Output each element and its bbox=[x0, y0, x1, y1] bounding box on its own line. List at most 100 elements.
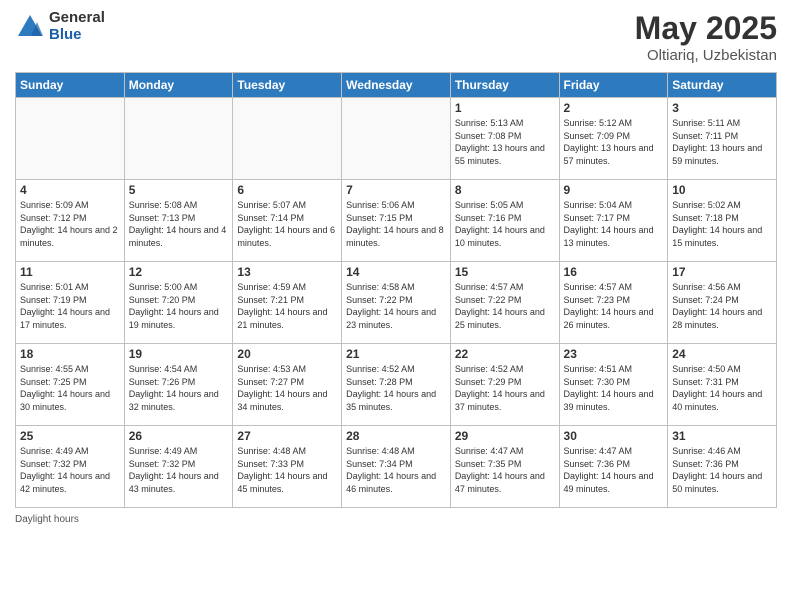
day-info: Sunrise: 5:13 AM Sunset: 7:08 PM Dayligh… bbox=[455, 117, 555, 167]
day-info: Sunrise: 5:09 AM Sunset: 7:12 PM Dayligh… bbox=[20, 199, 120, 249]
calendar-cell: 21Sunrise: 4:52 AM Sunset: 7:28 PM Dayli… bbox=[342, 344, 451, 426]
day-info: Sunrise: 5:12 AM Sunset: 7:09 PM Dayligh… bbox=[564, 117, 664, 167]
day-number: 26 bbox=[129, 429, 229, 443]
logo-icon bbox=[15, 12, 45, 42]
day-info: Sunrise: 5:05 AM Sunset: 7:16 PM Dayligh… bbox=[455, 199, 555, 249]
day-number: 25 bbox=[20, 429, 120, 443]
calendar-cell: 24Sunrise: 4:50 AM Sunset: 7:31 PM Dayli… bbox=[668, 344, 777, 426]
day-number: 27 bbox=[237, 429, 337, 443]
calendar-cell: 16 Sunrise: 4:57 AM Sunset: 7:23 PM Dayli… bbox=[559, 262, 668, 344]
day-number: 19 bbox=[129, 347, 229, 361]
day-info: Sunrise: 4:55 AM Sunset: 7:25 PM Dayligh… bbox=[20, 363, 120, 413]
calendar-cell: 14 Sunrise: 4:58 AM Sunset: 7:22 PM Dayli… bbox=[342, 262, 451, 344]
day-number: 2 bbox=[564, 101, 664, 115]
day-number: 11 bbox=[20, 265, 120, 279]
day-info: Sunrise: 4:48 AM Sunset: 7:33 PM Dayligh… bbox=[237, 445, 337, 495]
day-info: Sunrise: 4:46 AM Sunset: 7:36 PM Dayligh… bbox=[672, 445, 772, 495]
day-number: 15 bbox=[455, 265, 555, 279]
calendar-cell: 30 Sunrise: 4:47 AM Sunset: 7:36 PM Dayli… bbox=[559, 426, 668, 508]
day-info: Sunrise: 4:57 AM Sunset: 7:22 PM Dayligh… bbox=[455, 281, 555, 331]
calendar-cell: 18 Sunrise: 4:55 AM Sunset: 7:25 PM Dayli… bbox=[16, 344, 125, 426]
day-number: 20 bbox=[237, 347, 337, 361]
day-number: 23 bbox=[564, 347, 664, 361]
day-number: 1 bbox=[455, 101, 555, 115]
calendar-cell: 23Sunrise: 4:51 AM Sunset: 7:30 PM Dayli… bbox=[559, 344, 668, 426]
calendar-cell: 28Sunrise: 4:48 AM Sunset: 7:34 PM Dayli… bbox=[342, 426, 451, 508]
calendar-cell: 2 Sunrise: 5:12 AM Sunset: 7:09 PM Daylig… bbox=[559, 98, 668, 180]
calendar-header-friday: Friday bbox=[559, 73, 668, 98]
day-number: 7 bbox=[346, 183, 446, 197]
day-info: Sunrise: 5:11 AM Sunset: 7:11 PM Dayligh… bbox=[672, 117, 772, 167]
day-number: 22 bbox=[455, 347, 555, 361]
calendar-cell: 11 Sunrise: 5:01 AM Sunset: 7:19 PM Dayli… bbox=[16, 262, 125, 344]
calendar-cell: 7 Sunrise: 5:06 AM Sunset: 7:15 PM Daylig… bbox=[342, 180, 451, 262]
calendar-cell: 17 Sunrise: 4:56 AM Sunset: 7:24 PM Dayli… bbox=[668, 262, 777, 344]
day-number: 12 bbox=[129, 265, 229, 279]
day-info: Sunrise: 4:54 AM Sunset: 7:26 PM Dayligh… bbox=[129, 363, 229, 413]
calendar-header-saturday: Saturday bbox=[668, 73, 777, 98]
day-info: Sunrise: 5:08 AM Sunset: 7:13 PM Dayligh… bbox=[129, 199, 229, 249]
calendar-week-2: 11 Sunrise: 5:01 AM Sunset: 7:19 PM Dayli… bbox=[16, 262, 777, 344]
calendar-week-0: 1 Sunrise: 5:13 AM Sunset: 7:08 PM Daylig… bbox=[16, 98, 777, 180]
day-number: 5 bbox=[129, 183, 229, 197]
day-number: 16 bbox=[564, 265, 664, 279]
title-block: May 2025 Oltiariq, Uzbekistan bbox=[635, 10, 777, 64]
calendar-cell: 1 Sunrise: 5:13 AM Sunset: 7:08 PM Daylig… bbox=[450, 98, 559, 180]
day-info: Sunrise: 4:48 AM Sunset: 7:34 PM Dayligh… bbox=[346, 445, 446, 495]
day-number: 21 bbox=[346, 347, 446, 361]
calendar-cell: 27 Sunrise: 4:48 AM Sunset: 7:33 PM Dayli… bbox=[233, 426, 342, 508]
calendar-cell bbox=[16, 98, 125, 180]
day-info: Sunrise: 4:58 AM Sunset: 7:22 PM Dayligh… bbox=[346, 281, 446, 331]
day-number: 3 bbox=[672, 101, 772, 115]
page: General Blue May 2025 Oltiariq, Uzbekist… bbox=[0, 0, 792, 612]
day-info: Sunrise: 5:06 AM Sunset: 7:15 PM Dayligh… bbox=[346, 199, 446, 249]
day-info: Sunrise: 4:59 AM Sunset: 7:21 PM Dayligh… bbox=[237, 281, 337, 331]
calendar-cell: 9Sunrise: 5:04 AM Sunset: 7:17 PM Daylig… bbox=[559, 180, 668, 262]
calendar-cell: 20 Sunrise: 4:53 AM Sunset: 7:27 PM Dayli… bbox=[233, 344, 342, 426]
calendar-cell: 3 Sunrise: 5:11 AM Sunset: 7:11 PM Daylig… bbox=[668, 98, 777, 180]
calendar-cell: 6Sunrise: 5:07 AM Sunset: 7:14 PM Daylig… bbox=[233, 180, 342, 262]
day-info: Sunrise: 5:01 AM Sunset: 7:19 PM Dayligh… bbox=[20, 281, 120, 331]
calendar-cell: 26 Sunrise: 4:49 AM Sunset: 7:32 PM Dayli… bbox=[124, 426, 233, 508]
day-number: 30 bbox=[564, 429, 664, 443]
calendar-cell bbox=[124, 98, 233, 180]
calendar-header-row: SundayMondayTuesdayWednesdayThursdayFrid… bbox=[16, 73, 777, 98]
day-info: Sunrise: 5:00 AM Sunset: 7:20 PM Dayligh… bbox=[129, 281, 229, 331]
calendar-week-4: 25 Sunrise: 4:49 AM Sunset: 7:32 PM Dayli… bbox=[16, 426, 777, 508]
logo-blue-text: Blue bbox=[49, 27, 105, 44]
logo-general-text: General bbox=[49, 10, 105, 27]
day-info: Sunrise: 4:50 AM Sunset: 7:31 PM Dayligh… bbox=[672, 363, 772, 413]
day-info: Sunrise: 4:49 AM Sunset: 7:32 PM Dayligh… bbox=[129, 445, 229, 495]
day-number: 14 bbox=[346, 265, 446, 279]
day-number: 29 bbox=[455, 429, 555, 443]
day-info: Sunrise: 4:49 AM Sunset: 7:32 PM Dayligh… bbox=[20, 445, 120, 495]
calendar-cell: 10 Sunrise: 5:02 AM Sunset: 7:18 PM Dayli… bbox=[668, 180, 777, 262]
day-info: Sunrise: 4:57 AM Sunset: 7:23 PM Dayligh… bbox=[564, 281, 664, 331]
logo-text: General Blue bbox=[49, 10, 105, 43]
logo: General Blue bbox=[15, 10, 105, 43]
day-number: 8 bbox=[455, 183, 555, 197]
footer: Daylight hours bbox=[15, 514, 777, 525]
header: General Blue May 2025 Oltiariq, Uzbekist… bbox=[15, 10, 777, 64]
calendar: SundayMondayTuesdayWednesdayThursdayFrid… bbox=[15, 72, 777, 508]
day-number: 18 bbox=[20, 347, 120, 361]
day-info: Sunrise: 4:52 AM Sunset: 7:29 PM Dayligh… bbox=[455, 363, 555, 413]
day-number: 10 bbox=[672, 183, 772, 197]
day-info: Sunrise: 5:04 AM Sunset: 7:17 PM Dayligh… bbox=[564, 199, 664, 249]
title-month: May 2025 bbox=[635, 10, 777, 47]
calendar-header-thursday: Thursday bbox=[450, 73, 559, 98]
calendar-cell: 22 Sunrise: 4:52 AM Sunset: 7:29 PM Dayli… bbox=[450, 344, 559, 426]
day-info: Sunrise: 4:56 AM Sunset: 7:24 PM Dayligh… bbox=[672, 281, 772, 331]
day-number: 13 bbox=[237, 265, 337, 279]
day-info: Sunrise: 4:53 AM Sunset: 7:27 PM Dayligh… bbox=[237, 363, 337, 413]
day-info: Sunrise: 5:02 AM Sunset: 7:18 PM Dayligh… bbox=[672, 199, 772, 249]
calendar-header-monday: Monday bbox=[124, 73, 233, 98]
day-info: Sunrise: 4:47 AM Sunset: 7:36 PM Dayligh… bbox=[564, 445, 664, 495]
calendar-cell: 13 Sunrise: 4:59 AM Sunset: 7:21 PM Dayli… bbox=[233, 262, 342, 344]
day-number: 17 bbox=[672, 265, 772, 279]
calendar-week-1: 4Sunrise: 5:09 AM Sunset: 7:12 PM Daylig… bbox=[16, 180, 777, 262]
day-info: Sunrise: 5:07 AM Sunset: 7:14 PM Dayligh… bbox=[237, 199, 337, 249]
day-info: Sunrise: 4:47 AM Sunset: 7:35 PM Dayligh… bbox=[455, 445, 555, 495]
day-number: 31 bbox=[672, 429, 772, 443]
calendar-cell: 25 Sunrise: 4:49 AM Sunset: 7:32 PM Dayli… bbox=[16, 426, 125, 508]
